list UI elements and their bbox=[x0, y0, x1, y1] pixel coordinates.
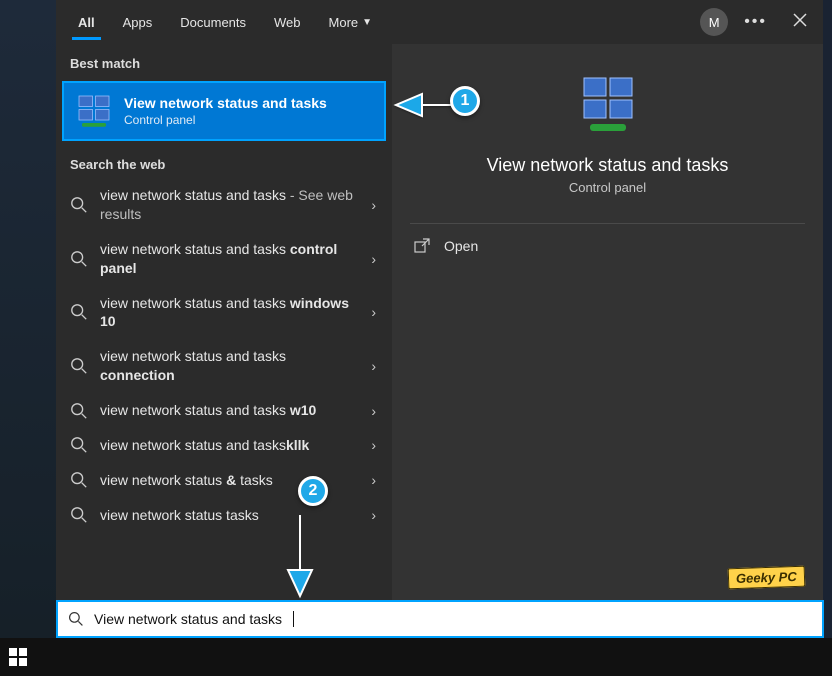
best-match-item[interactable]: View network status and tasks Control pa… bbox=[62, 81, 386, 141]
tab-more-label: More bbox=[329, 15, 359, 30]
open-label: Open bbox=[444, 238, 478, 254]
tab-more[interactable]: More ▼ bbox=[315, 0, 387, 44]
web-result[interactable]: view network status and taskskllk › bbox=[56, 428, 392, 463]
tab-apps[interactable]: Apps bbox=[109, 0, 167, 44]
chevron-down-icon: ▼ bbox=[362, 17, 372, 28]
tab-all[interactable]: All bbox=[64, 0, 109, 44]
close-icon bbox=[793, 13, 807, 27]
web-result[interactable]: view network status and tasks windows 10… bbox=[56, 286, 392, 340]
search-tabs: All Apps Documents Web More ▼ M ••• bbox=[56, 0, 823, 44]
results-list: Best match View network status and tasks… bbox=[56, 44, 392, 600]
chevron-right-icon[interactable]: › bbox=[367, 251, 380, 267]
chevron-right-icon[interactable]: › bbox=[367, 472, 380, 488]
search-icon bbox=[70, 471, 88, 489]
close-button[interactable] bbox=[783, 7, 817, 38]
open-external-icon bbox=[414, 238, 430, 254]
web-result[interactable]: view network status and tasks control pa… bbox=[56, 232, 392, 286]
chevron-right-icon[interactable]: › bbox=[367, 197, 380, 213]
user-avatar[interactable]: M bbox=[700, 8, 728, 36]
web-result[interactable]: view network status and tasks w10 › bbox=[56, 393, 392, 428]
search-icon bbox=[70, 250, 88, 268]
best-match-subtitle: Control panel bbox=[124, 113, 372, 127]
web-result[interactable]: view network status and tasks - See web … bbox=[56, 178, 392, 232]
annotation-arrow-icon bbox=[270, 510, 330, 600]
desktop-background-strip bbox=[0, 0, 56, 638]
search-icon bbox=[70, 303, 88, 321]
chevron-right-icon[interactable]: › bbox=[367, 403, 380, 419]
web-result[interactable]: view network status and tasks connection… bbox=[56, 339, 392, 393]
tab-web[interactable]: Web bbox=[260, 0, 315, 44]
open-action[interactable]: Open bbox=[392, 224, 823, 268]
search-input-value: View network status and tasks bbox=[94, 611, 282, 627]
web-result[interactable]: view network status tasks › bbox=[56, 498, 392, 533]
search-icon bbox=[70, 196, 88, 214]
more-options-button[interactable]: ••• bbox=[740, 9, 771, 35]
tab-documents[interactable]: Documents bbox=[166, 0, 260, 44]
search-icon bbox=[68, 611, 84, 627]
chevron-right-icon[interactable]: › bbox=[367, 507, 380, 523]
best-match-title: View network status and tasks bbox=[124, 95, 372, 111]
start-button[interactable] bbox=[8, 647, 28, 667]
section-best-match: Best match bbox=[56, 44, 392, 77]
section-search-web: Search the web bbox=[56, 145, 392, 178]
detail-title: View network status and tasks bbox=[412, 155, 803, 176]
watermark-badge: Geeky PC bbox=[728, 566, 805, 590]
network-sharing-icon bbox=[76, 93, 112, 129]
web-result[interactable]: view network status & tasks › bbox=[56, 463, 392, 498]
annotation-badge-1: 1 bbox=[450, 86, 480, 116]
search-icon bbox=[70, 436, 88, 454]
search-input[interactable]: View network status and tasks bbox=[56, 600, 824, 638]
network-sharing-icon bbox=[576, 72, 640, 136]
chevron-right-icon[interactable]: › bbox=[367, 437, 380, 453]
detail-subtitle: Control panel bbox=[412, 180, 803, 195]
chevron-right-icon[interactable]: › bbox=[367, 358, 380, 374]
annotation-badge-2: 2 bbox=[298, 476, 328, 506]
search-icon bbox=[70, 357, 88, 375]
chevron-right-icon[interactable]: › bbox=[367, 304, 380, 320]
taskbar bbox=[0, 638, 832, 676]
search-icon bbox=[70, 402, 88, 420]
search-icon bbox=[70, 506, 88, 524]
